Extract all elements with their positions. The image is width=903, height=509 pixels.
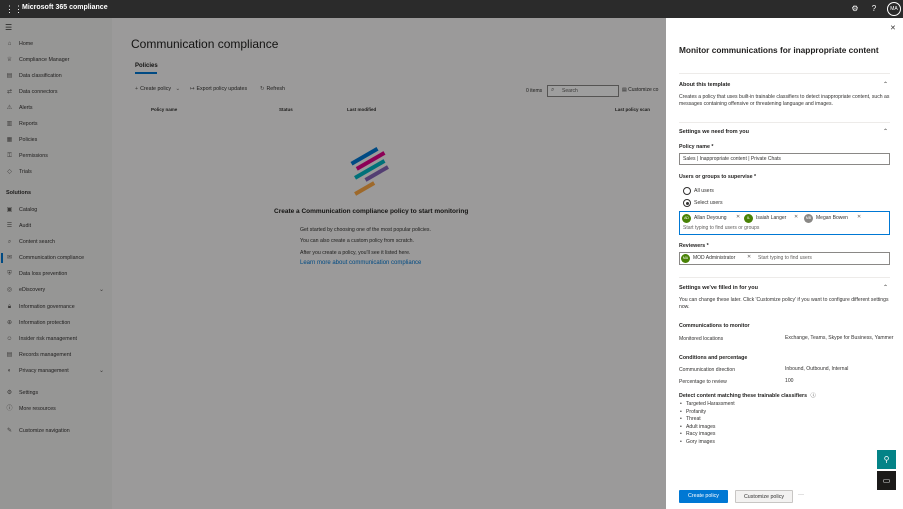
person-name: Megan Bowen [816, 215, 848, 221]
divider [679, 277, 890, 278]
panel-title: Monitor communications for inappropriate… [679, 45, 879, 55]
radio-select-users[interactable] [683, 199, 691, 207]
policy-name-label: Policy name * [679, 144, 714, 150]
customize-policy-button[interactable]: Customize policy [735, 490, 793, 503]
top-bar: ⋮⋮ Microsoft 365 compliance ⚙ ? MA [0, 0, 903, 18]
avatar: IL [744, 214, 753, 223]
classifier-item: Threat [680, 416, 701, 422]
avatar: MA [681, 254, 690, 263]
remove-person-icon[interactable]: ✕ [794, 214, 798, 220]
info-icon[interactable]: ⓘ [811, 393, 816, 399]
app-launcher-icon[interactable]: ⋮⋮ [5, 3, 23, 15]
classifier-item: Racy images [680, 431, 716, 437]
reviewers-picker[interactable]: MA MOD Administrator ✕ Start typing to f… [679, 252, 890, 265]
percentage-value: 100 [785, 378, 794, 384]
section-settings-need-heading[interactable]: Settings we need from you [679, 129, 749, 135]
monitored-locations-label: Monitored locations [679, 336, 724, 342]
help-icon[interactable]: ? [869, 3, 879, 15]
chevron-up-icon[interactable]: ⌃ [883, 128, 888, 135]
direction-label: Communication direction [679, 367, 736, 373]
support-assistant-icon[interactable]: ⚲ [877, 450, 896, 469]
settings-filled-text: You can change these later. Click 'Custo… [679, 297, 889, 310]
section-about-heading[interactable]: About this template [679, 82, 730, 88]
close-icon[interactable]: ✕ [890, 24, 896, 32]
chevron-up-icon[interactable]: ⌃ [883, 81, 888, 88]
person-name: Isaiah Langer [756, 215, 787, 221]
avatar: AD [682, 214, 691, 223]
radio-all-users[interactable] [683, 187, 691, 195]
classifiers-heading: Detect content matching these trainable … [679, 391, 816, 399]
users-picker[interactable]: AD Allan Deyoung ✕ IL Isaiah Langer ✕ MB… [679, 211, 890, 235]
communications-heading: Communications to monitor [679, 323, 750, 329]
person-name: Allan Deyoung [694, 215, 727, 221]
radio-select-users-label[interactable]: Select users [694, 200, 723, 206]
direction-value: Inbound, Outbound, Internal [785, 366, 849, 372]
policy-name-value: Sales | Inappropriate content | Private … [683, 156, 781, 162]
avatar: MB [804, 214, 813, 223]
remove-person-icon[interactable]: ✕ [857, 214, 861, 220]
users-picker-placeholder[interactable]: Start typing to find users or groups [683, 225, 759, 231]
chevron-up-icon[interactable]: ⌃ [883, 284, 888, 291]
radio-all-users-label[interactable]: All users [694, 188, 714, 194]
percentage-label: Percentage to review [679, 379, 727, 385]
divider [679, 73, 890, 74]
classifier-item: Gory images [680, 439, 715, 445]
feedback-chat-icon[interactable]: ▭ [877, 471, 896, 490]
users-groups-label: Users or groups to supervise * [679, 174, 757, 180]
modal-overlay[interactable] [0, 18, 666, 509]
divider [679, 122, 890, 123]
section-settings-filled-heading[interactable]: Settings we've filled in for you [679, 285, 758, 291]
policy-name-field[interactable]: Sales | Inappropriate content | Private … [679, 153, 890, 165]
reviewers-label: Reviewers * [679, 243, 709, 249]
avatar[interactable]: MA [887, 2, 901, 16]
conditions-heading: Conditions and percentage [679, 355, 748, 361]
gear-icon[interactable]: ⚙ [850, 3, 860, 15]
monitored-locations-value: Exchange, Teams, Skype for Business, Yam… [785, 335, 894, 341]
remove-person-icon[interactable]: ✕ [747, 254, 751, 260]
create-policy-submit-button[interactable]: Create policy [679, 490, 728, 503]
classifier-item: Adult images [680, 424, 716, 430]
reviewers-placeholder[interactable]: Start typing to find users [758, 255, 812, 261]
about-text: Creates a policy that uses built-in trai… [679, 94, 890, 107]
classifier-item: Profanity [680, 409, 706, 415]
person-name: MOD Administrator [693, 255, 736, 261]
more-options-icon[interactable]: ··· [798, 492, 804, 498]
remove-person-icon[interactable]: ✕ [736, 214, 740, 220]
brand-title[interactable]: Microsoft 365 compliance [22, 4, 108, 11]
classifier-item: Targeted Harassment [680, 401, 735, 407]
classifiers-heading-text: Detect content matching these trainable … [679, 393, 808, 399]
policy-panel: ✕ Monitor communications for inappropria… [666, 18, 903, 509]
